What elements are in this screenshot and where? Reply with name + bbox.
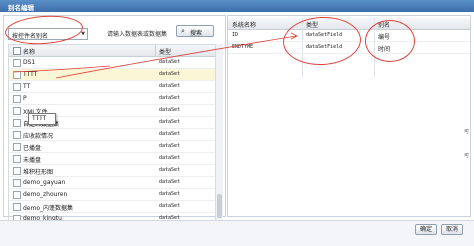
annotation-arrow — [13, 65, 111, 73]
annotation-arrows — [13, 32, 298, 79]
annotation-arrow — [55, 35, 297, 79]
